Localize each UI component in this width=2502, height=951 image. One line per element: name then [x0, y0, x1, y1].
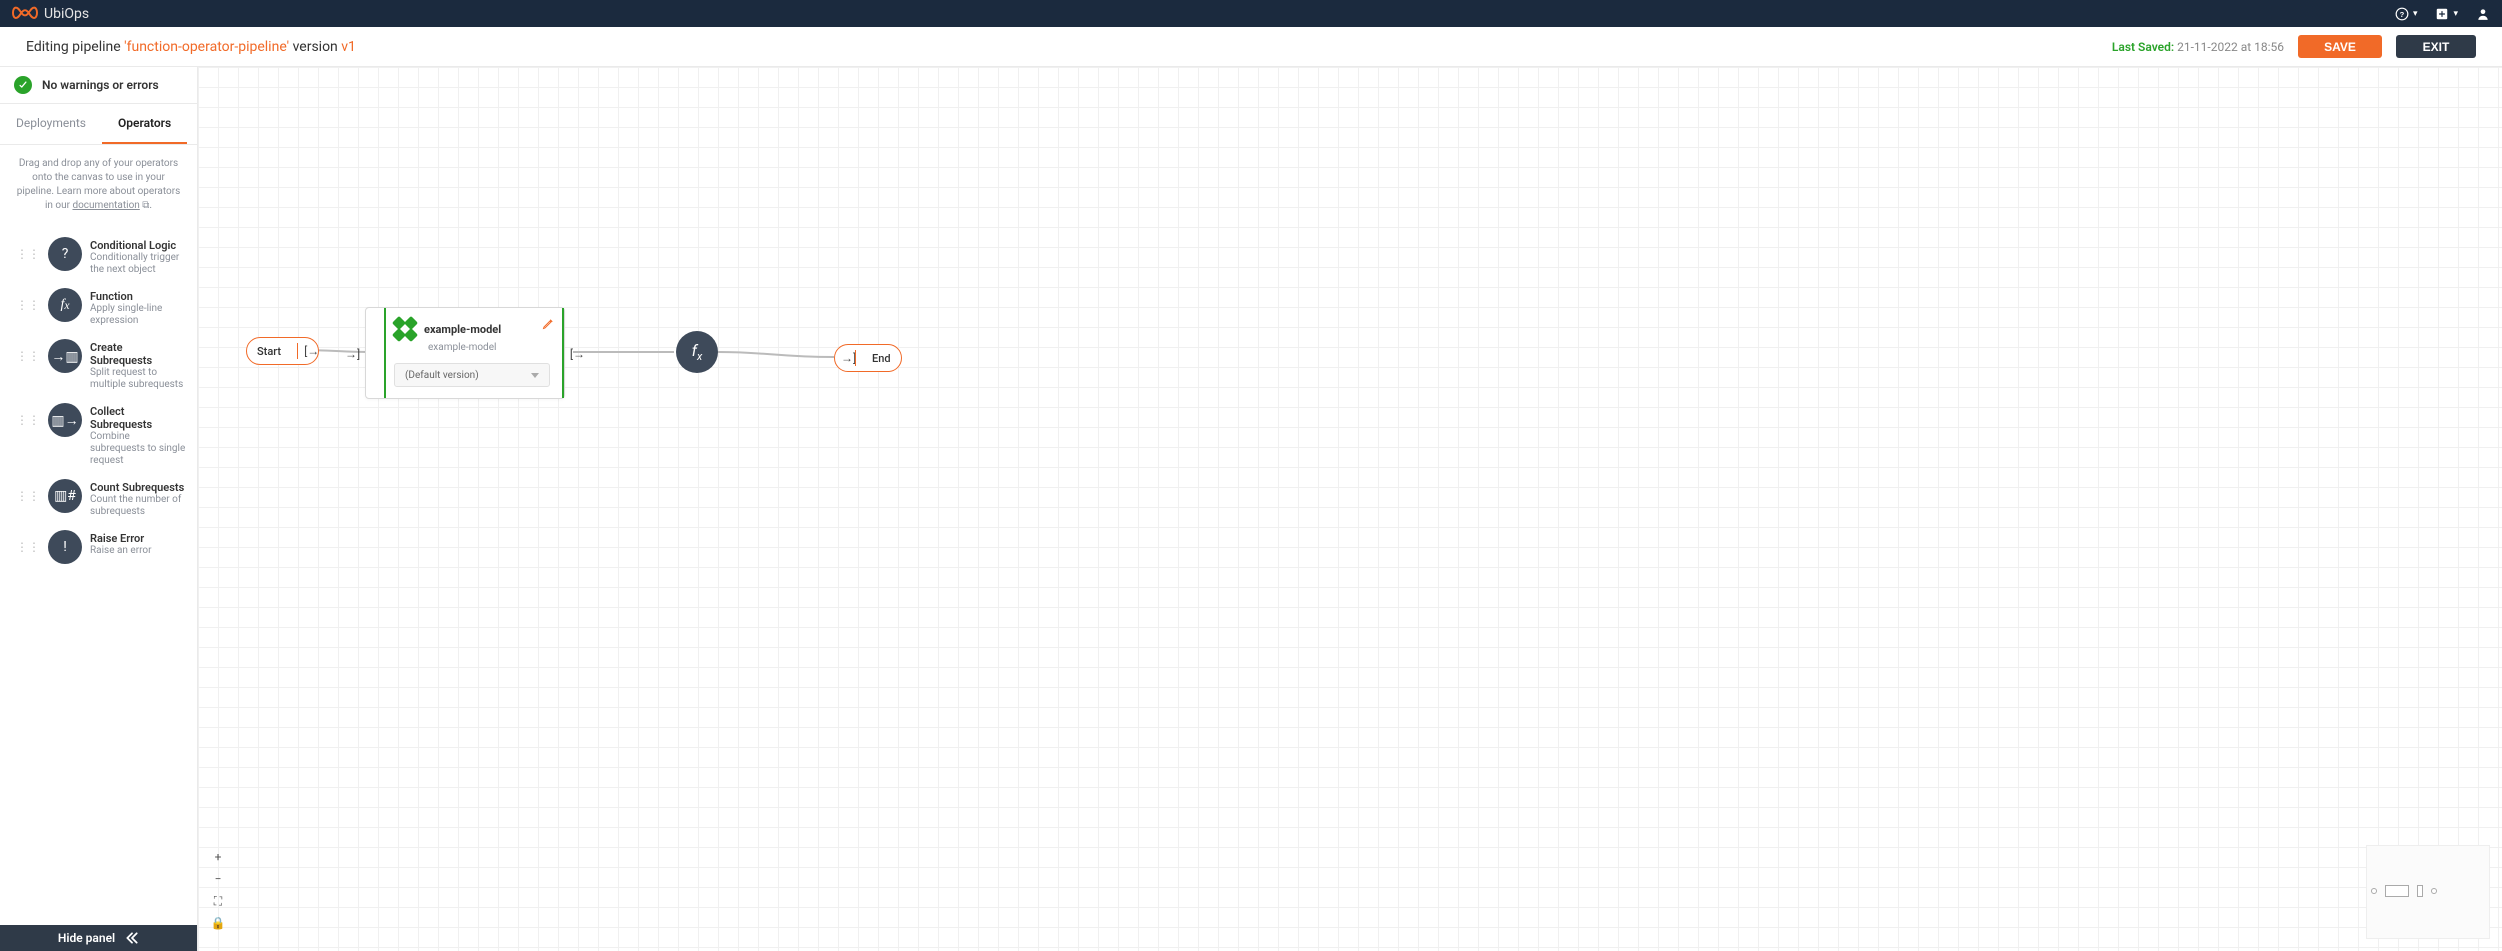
main: No warnings or errors Deployments Operat…: [0, 67, 2502, 951]
operator-function[interactable]: ⋮⋮ fx Function Apply single-line express…: [0, 282, 197, 333]
operator-desc: Conditionally trigger the next object: [90, 252, 187, 276]
save-button[interactable]: SAVE: [2298, 35, 2382, 58]
status-ok-icon: [14, 76, 32, 94]
question-icon: ?: [48, 237, 82, 271]
chevron-down-icon: ▾: [2413, 9, 2418, 19]
last-saved: Last Saved: 21-11-2022 at 18:56: [2112, 40, 2284, 54]
brand-logo[interactable]: UbiOps: [12, 5, 89, 23]
edit-icon[interactable]: [542, 318, 554, 333]
deployment-title: example-model: [424, 323, 501, 336]
drag-handle-icon[interactable]: ⋮⋮: [16, 489, 40, 503]
help-icon: ?: [2395, 7, 2409, 21]
fx-icon: fx: [692, 341, 703, 363]
input-port-icon[interactable]: →]: [345, 347, 360, 361]
collect-icon: ▥→: [48, 403, 82, 437]
canvas-tools: + − ⛶ 🔒: [210, 849, 226, 931]
drag-handle-icon[interactable]: ⋮⋮: [16, 413, 40, 427]
input-port-icon[interactable]: →]: [835, 351, 849, 365]
output-port-icon[interactable]: [→: [304, 344, 318, 358]
operator-title: Count Subrequests: [90, 481, 187, 494]
drag-handle-icon[interactable]: ⋮⋮: [16, 349, 40, 363]
hide-panel-button[interactable]: Hide panel: [0, 925, 197, 951]
pipeline-name: 'function-operator-pipeline': [124, 39, 289, 55]
hide-panel-label: Hide panel: [58, 931, 115, 945]
last-saved-label: Last Saved:: [2112, 40, 2174, 54]
svg-text:?: ?: [2400, 9, 2405, 18]
version-select-value: (Default version): [405, 370, 479, 381]
version-select[interactable]: (Default version): [394, 363, 550, 387]
last-saved-time: 21-11-2022 at 18:56: [2177, 40, 2284, 54]
page-title: Editing pipeline 'function-operator-pipe…: [26, 39, 356, 55]
minimap-content: [2371, 884, 2485, 898]
operator-title: Raise Error: [90, 532, 187, 545]
connections: [198, 67, 2502, 951]
operator-create-subrequests[interactable]: ⋮⋮ →▥ Create Subrequests Split request t…: [0, 333, 197, 397]
account-menu[interactable]: [2476, 7, 2490, 21]
help-menu[interactable]: ? ▾: [2395, 7, 2418, 21]
start-node[interactable]: Start [→: [246, 337, 319, 365]
end-node[interactable]: →] End: [834, 344, 902, 372]
chevron-down-icon: ▾: [2453, 9, 2458, 19]
operator-title: Conditional Logic: [90, 239, 187, 252]
fx-icon: fx: [48, 288, 82, 322]
deployment-subtitle: example-model: [366, 342, 564, 359]
version-name: v1: [341, 39, 356, 55]
operator-title: Function: [90, 290, 187, 303]
brand-mark-icon: [12, 5, 38, 23]
sidebar-tabs: Deployments Operators: [0, 104, 197, 145]
header-actions: Last Saved: 21-11-2022 at 18:56 SAVE EXI…: [2112, 35, 2476, 58]
operator-desc: Combine subrequests to single request: [90, 431, 187, 467]
operator-list: ⋮⋮ ? Conditional Logic Conditionally tri…: [0, 225, 197, 925]
output-port-icon[interactable]: [→: [570, 347, 585, 361]
drag-handle-icon[interactable]: ⋮⋮: [16, 247, 40, 261]
sidebar-helptext: Drag and drop any of your operators onto…: [0, 145, 197, 225]
end-label: End: [862, 352, 901, 365]
lock-button[interactable]: 🔒: [210, 915, 226, 931]
squares-icon: [394, 318, 416, 340]
version-label: version: [289, 39, 341, 55]
operator-desc: Raise an error: [90, 545, 187, 557]
zoom-in-button[interactable]: +: [210, 849, 226, 865]
topbar-right: ? ▾ ▾: [2395, 7, 2490, 21]
editor-header: Editing pipeline 'function-operator-pipe…: [0, 27, 2502, 67]
fit-view-button[interactable]: ⛶: [210, 893, 226, 909]
operator-collect-subrequests[interactable]: ⋮⋮ ▥→ Collect Subrequests Combine subreq…: [0, 397, 197, 473]
operator-desc: Count the number of subrequests: [90, 494, 187, 518]
operator-count-subrequests[interactable]: ⋮⋮ ▥# Count Subrequests Count the number…: [0, 473, 197, 524]
tab-operators[interactable]: Operators: [102, 104, 187, 144]
drag-handle-icon[interactable]: ⋮⋮: [16, 298, 40, 312]
start-label: Start: [247, 345, 291, 358]
operator-desc: Apply single-line expression: [90, 303, 187, 327]
pipeline-canvas[interactable]: Start [→ →] example-model example-model …: [198, 67, 2502, 951]
operator-title: Collect Subrequests: [90, 405, 187, 431]
plus-square-icon: [2435, 7, 2449, 21]
external-link-icon: ⧉: [142, 200, 149, 211]
status-text: No warnings or errors: [42, 78, 159, 92]
operator-conditional-logic[interactable]: ⋮⋮ ? Conditional Logic Conditionally tri…: [0, 231, 197, 282]
documentation-link[interactable]: documentation: [72, 200, 139, 211]
operator-title: Create Subrequests: [90, 341, 187, 367]
sidebar: No warnings or errors Deployments Operat…: [0, 67, 198, 951]
drag-handle-icon[interactable]: ⋮⋮: [16, 540, 40, 554]
zoom-out-button[interactable]: −: [210, 871, 226, 887]
error-icon: !: [48, 530, 82, 564]
add-menu[interactable]: ▾: [2435, 7, 2458, 21]
tab-deployments[interactable]: Deployments: [0, 104, 102, 144]
user-icon: [2476, 7, 2490, 21]
chevron-double-left-icon: [125, 931, 139, 945]
status-row: No warnings or errors: [0, 67, 197, 104]
exit-button[interactable]: EXIT: [2396, 35, 2476, 58]
count-icon: ▥#: [48, 479, 82, 513]
title-prefix: Editing pipeline: [26, 39, 124, 55]
split-icon: →▥: [48, 339, 82, 373]
operator-desc: Split request to multiple subrequests: [90, 367, 187, 391]
deployment-node-example-model[interactable]: →] example-model example-model (Default …: [365, 307, 565, 399]
brand-name: UbiOps: [44, 6, 89, 22]
topbar: UbiOps ? ▾ ▾: [0, 0, 2502, 27]
function-operator-node[interactable]: fx: [676, 331, 718, 373]
minimap[interactable]: [2366, 845, 2490, 939]
operator-raise-error[interactable]: ⋮⋮ ! Raise Error Raise an error: [0, 524, 197, 570]
